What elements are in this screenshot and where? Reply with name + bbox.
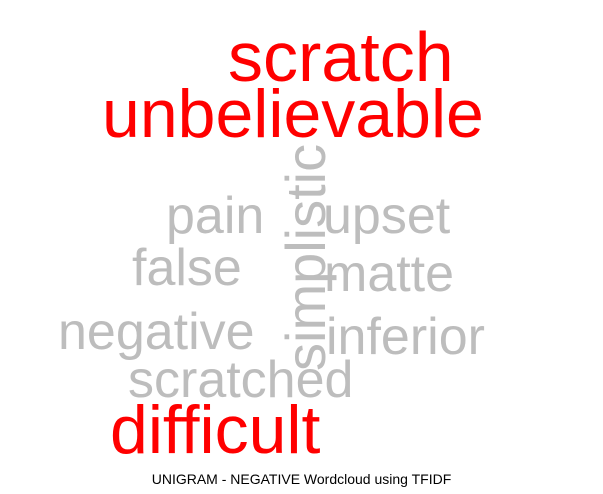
word-false: false (132, 239, 242, 297)
word-cloud: scratch unbelievable simplistic pain ups… (0, 0, 603, 494)
word-pain: pain (166, 187, 265, 245)
word-upset: upset (323, 187, 451, 245)
word-unbelievable: unbelievable (102, 76, 484, 152)
word-difficult: difficult (110, 392, 321, 468)
caption: UNIGRAM - NEGATIVE Wordcloud using TFIDF (151, 471, 452, 487)
word-matte: matte (324, 245, 455, 303)
